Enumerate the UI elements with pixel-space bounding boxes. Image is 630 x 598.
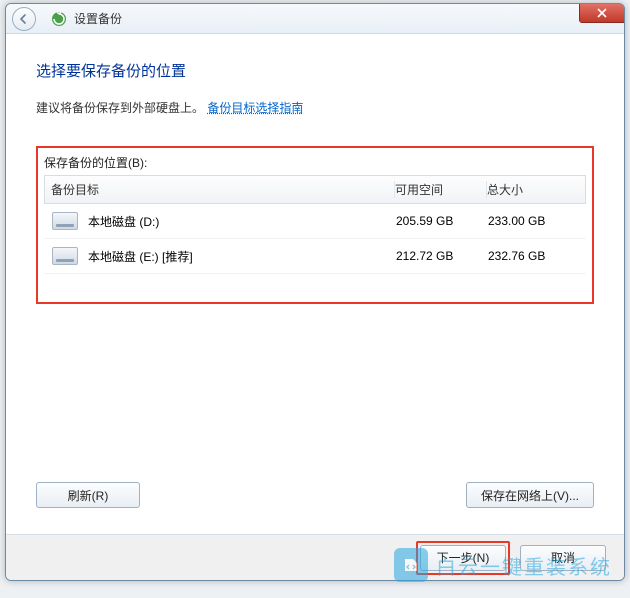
back-arrow-icon [18,13,30,25]
table-row[interactable]: 本地磁盘 (D:) 205.59 GB 233.00 GB [44,204,586,239]
drive-list-area: 保存备份的位置(B): 备份目标 可用空间 总大小 本地磁盘 (D:) 205.… [36,146,594,304]
dialog-window: 设置备份 选择要保存备份的位置 建议将备份保存到外部硬盘上。 备份目标选择指南 … [5,3,625,581]
cancel-button[interactable]: 取消 [520,545,606,571]
advice-text: 建议将备份保存到外部硬盘上。 [36,101,204,115]
next-button[interactable]: 下一步(N) [420,545,506,571]
col-free[interactable]: 可用空间 [395,181,487,198]
refresh-button[interactable]: 刷新(R) [36,482,140,508]
col-total[interactable]: 总大小 [487,181,579,198]
close-icon [597,8,607,18]
advice-row: 建议将备份保存到外部硬盘上。 备份目标选择指南 [36,99,594,116]
dialog-footer: 下一步(N) 取消 [6,534,624,580]
hdd-icon [52,247,78,265]
col-target[interactable]: 备份目标 [51,181,395,198]
next-highlight: 下一步(N) [416,541,510,575]
page-heading: 选择要保存备份的位置 [36,60,594,81]
drive-cell: 本地磁盘 (D:) [50,212,396,230]
drive-total: 233.00 GB [488,214,580,228]
backup-icon [50,10,68,28]
mid-buttons: 刷新(R) 保存在网络上(V)... [36,422,594,508]
drive-name: 本地磁盘 (E:) [推荐] [88,248,193,265]
list-header: 备份目标 可用空间 总大小 [44,175,586,204]
drive-cell: 本地磁盘 (E:) [推荐] [50,247,396,265]
hdd-icon [52,212,78,230]
table-row[interactable]: 本地磁盘 (E:) [推荐] 212.72 GB 232.76 GB [44,239,586,274]
drive-free: 212.72 GB [396,249,488,263]
drive-name: 本地磁盘 (D:) [88,213,159,230]
save-network-button[interactable]: 保存在网络上(V)... [466,482,594,508]
drive-free: 205.59 GB [396,214,488,228]
list-label: 保存备份的位置(B): [44,154,586,171]
window-title: 设置备份 [74,10,122,27]
guide-link[interactable]: 备份目标选择指南 [207,101,303,115]
back-button[interactable] [12,7,36,31]
titlebar: 设置备份 [6,4,624,34]
close-button[interactable] [579,3,625,23]
dialog-body: 选择要保存备份的位置 建议将备份保存到外部硬盘上。 备份目标选择指南 保存备份的… [6,34,624,534]
drive-total: 232.76 GB [488,249,580,263]
